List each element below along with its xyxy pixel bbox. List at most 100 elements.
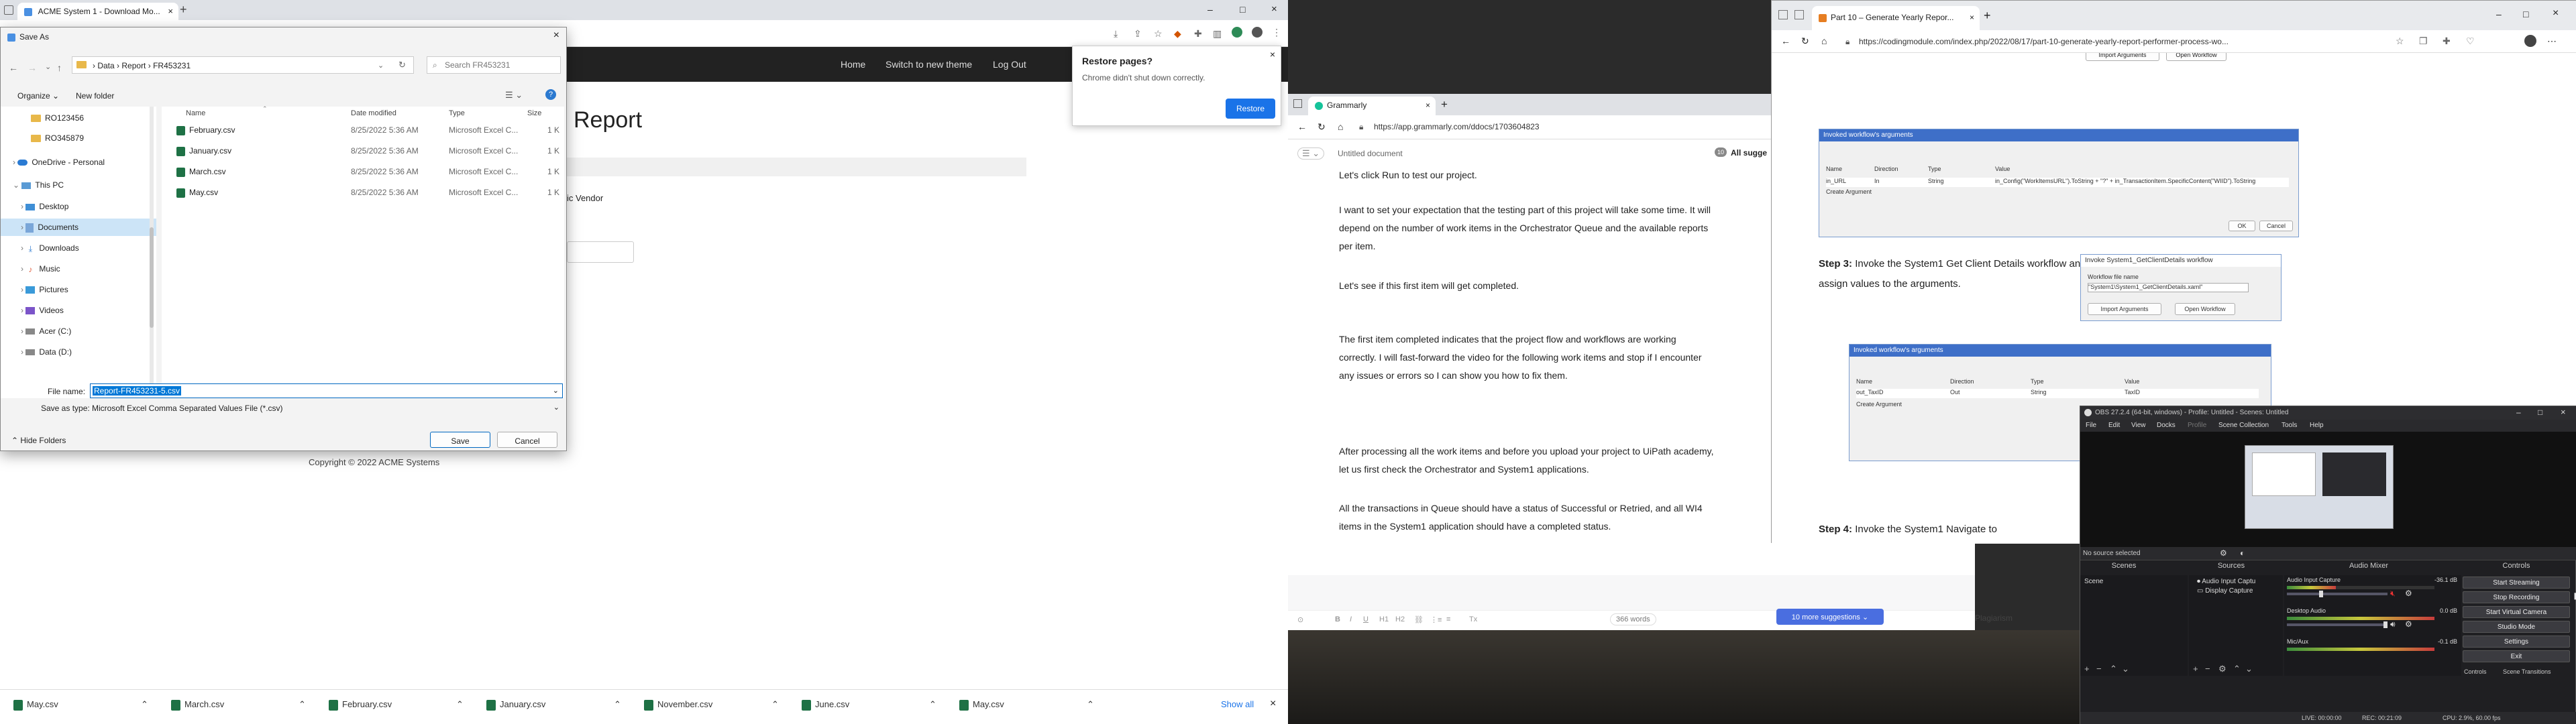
menu-edit[interactable]: Edit bbox=[2108, 422, 2120, 429]
download-item[interactable]: May.csv ⌃ bbox=[13, 699, 148, 715]
gear-icon[interactable]: ⚙ bbox=[2405, 589, 2412, 598]
vendor-input[interactable] bbox=[567, 241, 634, 263]
pause-recording-icon[interactable]: ❚❚ bbox=[2573, 593, 2576, 600]
tab-codingmodule[interactable]: Part 10 – Generate Yearly Repor... × bbox=[1812, 6, 1980, 30]
breadcrumb-folder[interactable]: FR453231 bbox=[153, 61, 191, 70]
scene-item[interactable]: Scene bbox=[2080, 575, 2188, 588]
move-down-icon[interactable]: ⌄ bbox=[2245, 664, 2253, 674]
nav-pictures[interactable]: › Pictures bbox=[1, 281, 156, 298]
chevron-up-icon[interactable]: ⌃ bbox=[299, 699, 306, 710]
italic-icon[interactable]: I bbox=[1350, 615, 1352, 623]
grammarly-url[interactable]: https://app.grammarly.com/ddocs/17036048… bbox=[1374, 122, 1540, 131]
col-size[interactable]: Size bbox=[527, 109, 541, 117]
move-up-icon[interactable]: ⌃ bbox=[2110, 664, 2117, 674]
tab-controls[interactable]: Controls bbox=[2464, 668, 2487, 675]
search-input[interactable] bbox=[445, 60, 555, 70]
nav-desktop[interactable]: › Desktop bbox=[1, 198, 156, 215]
menu-docks[interactable]: Docks bbox=[2157, 422, 2176, 429]
new-tab-icon[interactable]: + bbox=[1441, 98, 1448, 111]
menu-scene-collection[interactable]: Scene Collection bbox=[2218, 422, 2269, 429]
chevron-up-icon[interactable]: ⌃ bbox=[771, 699, 779, 710]
editor-paragraph[interactable]: I want to set your expectation that the … bbox=[1339, 201, 1715, 255]
editor-paragraph[interactable]: After processing all the work items and … bbox=[1339, 442, 1715, 479]
bullet-list-icon[interactable]: ≡ bbox=[1446, 615, 1450, 623]
forward-icon[interactable]: → bbox=[28, 62, 37, 73]
download-item[interactable]: February.csv ⌃ bbox=[329, 699, 464, 715]
more-menu-icon[interactable]: ⋮ bbox=[1272, 27, 1281, 38]
save-button[interactable]: Save bbox=[430, 432, 490, 448]
tab-actions-icon[interactable] bbox=[1293, 99, 1302, 108]
refresh-icon[interactable]: ↻ bbox=[1801, 36, 1809, 47]
col-name[interactable]: Name bbox=[186, 109, 205, 117]
menu-tools[interactable]: Tools bbox=[2282, 422, 2297, 429]
save-type-select[interactable]: Microsoft Excel Comma Separated Values F… bbox=[90, 401, 563, 416]
underline-icon[interactable]: U bbox=[1363, 615, 1368, 623]
puzzle-icon[interactable]: ✚ bbox=[1194, 28, 1202, 40]
nav-drive-d[interactable]: › Data (D:) bbox=[1, 343, 156, 361]
download-item[interactable]: March.csv ⌃ bbox=[171, 699, 306, 715]
browser-essentials-icon[interactable]: ♡ bbox=[2466, 36, 2475, 47]
nav-ro345879[interactable]: RO345879 bbox=[1, 129, 156, 147]
nav-videos[interactable]: › Videos bbox=[1, 302, 156, 319]
doc-title[interactable]: Untitled document bbox=[1338, 149, 1403, 158]
breadcrumb-report[interactable]: Report bbox=[121, 61, 146, 70]
settings-button[interactable]: Settings bbox=[2463, 636, 2570, 648]
refresh-icon[interactable]: ↻ bbox=[398, 60, 406, 70]
nav-ro123456[interactable]: RO123456 bbox=[1, 109, 156, 127]
new-tab-icon[interactable]: + bbox=[180, 3, 187, 17]
menu-help[interactable]: Help bbox=[2310, 422, 2324, 429]
hide-folders-toggle[interactable]: ⌃ Hide Folders bbox=[11, 436, 66, 445]
obs-preview[interactable] bbox=[2080, 432, 2576, 547]
start-streaming-button[interactable]: Start Streaming bbox=[2463, 577, 2570, 589]
col-date[interactable]: Date modified bbox=[351, 109, 396, 117]
minimize-icon[interactable]: – bbox=[2516, 408, 2521, 417]
profile-avatar[interactable] bbox=[1232, 27, 1242, 38]
nav-music[interactable]: › ♪ Music bbox=[1, 260, 156, 278]
chevron-up-icon[interactable]: ⌃ bbox=[456, 699, 464, 710]
source-item[interactable]: ⏺ Audio Input Captu bbox=[2197, 578, 2255, 585]
properties-gear-icon[interactable]: ⚙ bbox=[2220, 548, 2227, 558]
source-settings-icon[interactable]: ⚙ bbox=[2218, 664, 2226, 674]
account-avatar[interactable] bbox=[1252, 27, 1263, 38]
new-folder-button[interactable]: New folder bbox=[76, 91, 114, 101]
editor-paragraph[interactable]: The first item completed indicates that … bbox=[1339, 330, 1715, 385]
nav-drive-c[interactable]: › Acer (C:) bbox=[1, 322, 156, 340]
extension-icon[interactable]: ◆ bbox=[1174, 28, 1181, 40]
edge-url[interactable]: https://codingmodule.com/index.php/2022/… bbox=[1859, 37, 2229, 46]
recent-dropdown-icon[interactable]: ⌄ bbox=[45, 62, 51, 71]
muted-speaker-icon[interactable]: 🔇︎ bbox=[2390, 589, 2396, 599]
file-row[interactable]: March.csv 8/25/2022 5:36 AM Microsoft Exce… bbox=[176, 167, 559, 183]
dialog-close-icon[interactable]: × bbox=[553, 29, 559, 42]
start-virtual-camera-button[interactable]: Start Virtual Camera bbox=[2463, 606, 2570, 618]
file-name-dropdown-icon[interactable]: ⌄ bbox=[553, 386, 559, 395]
chevron-up-icon[interactable]: ⌃ bbox=[929, 699, 936, 710]
back-icon[interactable]: ← bbox=[1781, 36, 1790, 46]
download-item[interactable]: June.csv ⌃ bbox=[802, 699, 936, 715]
close-window-icon[interactable]: × bbox=[2561, 407, 2566, 417]
format-menu-icon[interactable]: ⊙ bbox=[1297, 615, 1303, 624]
address-bar[interactable]: › Data › Report › FR453231 ⌄ ↻ bbox=[72, 56, 414, 74]
plagiarism-button[interactable]: Plagiarism bbox=[1975, 613, 2012, 623]
more-menu-icon[interactable]: ⋯ bbox=[2547, 36, 2557, 47]
add-scene-icon[interactable]: + bbox=[2084, 664, 2090, 674]
editor-paragraph[interactable]: Let's see if this first item will get co… bbox=[1339, 277, 1715, 295]
move-up-icon[interactable]: ⌃ bbox=[2233, 664, 2241, 674]
menu-profile[interactable]: Profile bbox=[2188, 422, 2206, 429]
collections-icon[interactable]: ❐ bbox=[2419, 36, 2428, 47]
file-name-input[interactable]: Report-FR453231-5.csv ⌄ bbox=[90, 383, 563, 398]
exit-button[interactable]: Exit bbox=[2463, 650, 2570, 662]
close-window-icon[interactable]: × bbox=[1271, 3, 1277, 15]
maximize-icon[interactable]: □ bbox=[1240, 4, 1245, 15]
heading1-icon[interactable]: H1 bbox=[1379, 615, 1389, 623]
ordered-list-icon[interactable]: ⋮≡ bbox=[1430, 615, 1442, 624]
remove-source-icon[interactable]: − bbox=[2205, 664, 2210, 674]
tab-scene-transitions[interactable]: Scene Transitions bbox=[2503, 668, 2551, 675]
tab-grammarly[interactable]: Grammarly × bbox=[1308, 97, 1436, 115]
maximize-icon[interactable]: □ bbox=[2538, 408, 2542, 417]
nav-logout[interactable]: Log Out bbox=[993, 59, 1026, 70]
download-item[interactable]: January.csv ⌃ bbox=[486, 699, 621, 715]
volume-slider[interactable] bbox=[2287, 591, 2387, 597]
home-icon[interactable]: ⌂ bbox=[1338, 121, 1343, 132]
menu-icon[interactable]: ☰ ⌄ bbox=[1297, 147, 1325, 160]
back-icon[interactable]: ← bbox=[1297, 121, 1307, 132]
